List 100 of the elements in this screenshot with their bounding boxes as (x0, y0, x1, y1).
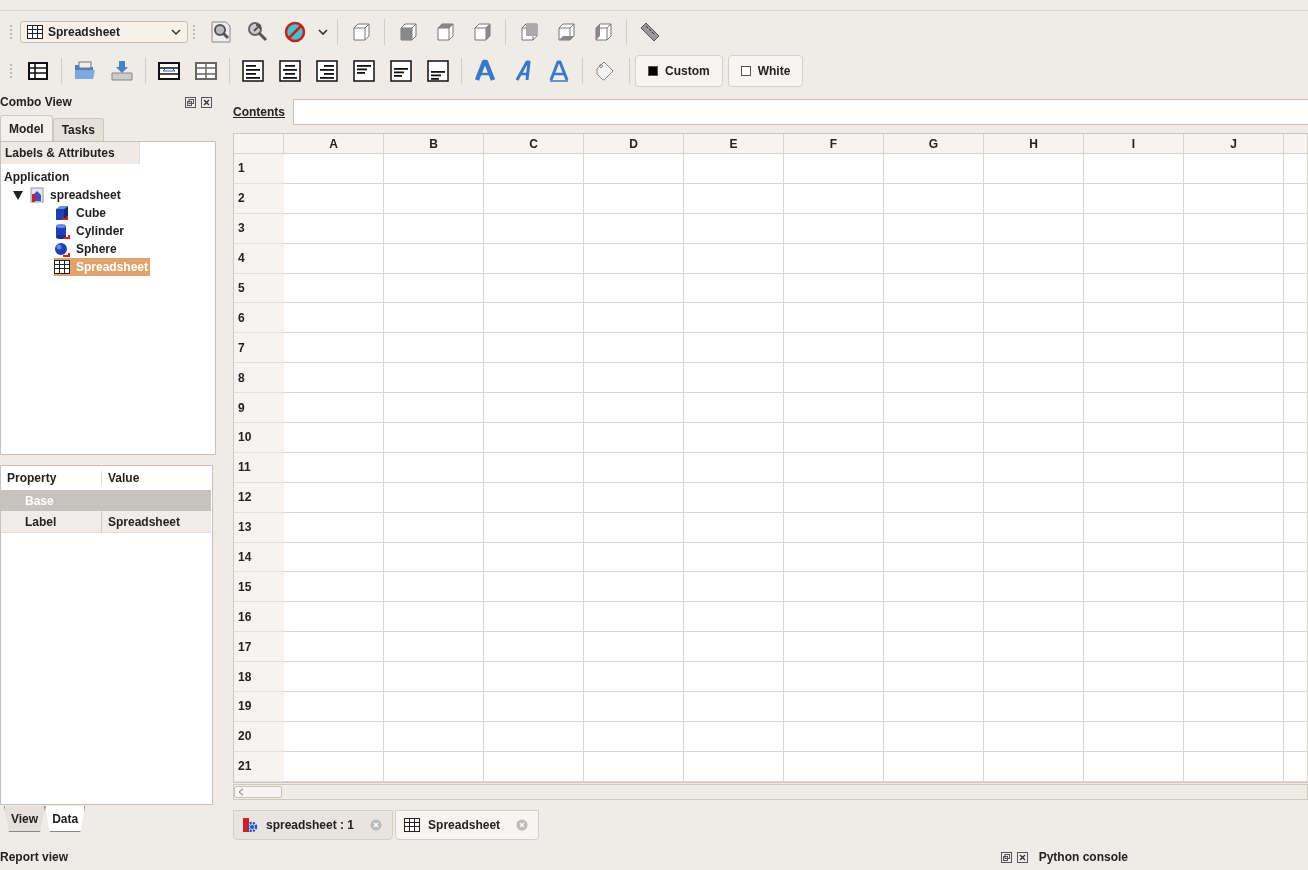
spreadsheet-cell[interactable] (984, 333, 1084, 364)
spreadsheet-cell[interactable] (1284, 662, 1308, 693)
spreadsheet-cell[interactable] (784, 333, 884, 364)
spreadsheet-cell[interactable] (1284, 154, 1308, 184)
panel-tab[interactable]: View (4, 806, 46, 832)
spreadsheet-cell[interactable] (1284, 602, 1308, 633)
spreadsheet-cell[interactable] (1184, 572, 1284, 603)
spreadsheet-cell[interactable] (984, 243, 1084, 274)
spreadsheet-cell[interactable] (384, 751, 484, 782)
row-header[interactable]: 12 (234, 482, 284, 513)
spreadsheet-cell[interactable] (1184, 213, 1284, 244)
spreadsheet-cell[interactable] (1184, 423, 1284, 453)
spreadsheet-cell[interactable] (484, 692, 584, 722)
spreadsheet-cell[interactable] (984, 452, 1084, 483)
column-header[interactable]: C (484, 134, 584, 154)
spreadsheet-cell[interactable] (784, 751, 884, 782)
spreadsheet-cell[interactable] (884, 452, 984, 483)
row-header[interactable]: 10 (234, 423, 284, 453)
spreadsheet-cell[interactable] (284, 482, 384, 513)
spreadsheet-cell[interactable] (1084, 303, 1184, 334)
spreadsheet-cell[interactable] (884, 363, 984, 394)
spreadsheet-cell[interactable] (684, 602, 784, 633)
spreadsheet-cell[interactable] (1184, 751, 1284, 782)
spreadsheet-cell[interactable] (284, 213, 384, 244)
spreadsheet-cell[interactable] (1084, 213, 1184, 244)
spreadsheet-cell[interactable] (1184, 183, 1284, 214)
spreadsheet-cell[interactable] (984, 572, 1084, 603)
spreadsheet-cell[interactable] (584, 303, 684, 334)
spreadsheet-cell[interactable] (784, 154, 884, 184)
spreadsheet-cell[interactable] (1084, 632, 1184, 663)
row-header[interactable]: 15 (234, 572, 284, 603)
spreadsheet-cell[interactable] (384, 333, 484, 364)
spreadsheet-cell[interactable] (1284, 303, 1308, 334)
spreadsheet-cell[interactable] (1284, 183, 1308, 214)
column-header[interactable]: A (284, 134, 384, 154)
spreadsheet-cell[interactable] (684, 512, 784, 543)
spreadsheet-cell[interactable] (1084, 423, 1184, 453)
spreadsheet-cell[interactable] (484, 333, 584, 364)
spreadsheet-cell[interactable] (584, 721, 684, 752)
spreadsheet-cell[interactable] (484, 303, 584, 334)
spreadsheet-cell[interactable] (884, 662, 984, 693)
spreadsheet-cell[interactable] (1084, 243, 1184, 274)
spreadsheet-cell[interactable] (484, 183, 584, 214)
spreadsheet-cell[interactable] (784, 482, 884, 513)
row-header[interactable]: 19 (234, 692, 284, 722)
column-header[interactable] (1284, 134, 1308, 154)
property-value[interactable]: Spreadsheet (101, 511, 211, 532)
spreadsheet-cell[interactable] (784, 572, 884, 603)
spreadsheet-cell[interactable] (784, 721, 884, 752)
spreadsheet-cell[interactable] (784, 452, 884, 483)
spreadsheet-cell[interactable] (784, 692, 884, 722)
spreadsheet-cell[interactable] (484, 452, 584, 483)
spreadsheet-cell[interactable] (1184, 363, 1284, 394)
spreadsheet-cell[interactable] (884, 721, 984, 752)
spreadsheet-cell[interactable] (584, 662, 684, 693)
spreadsheet-cell[interactable] (884, 482, 984, 513)
row-header[interactable]: 6 (234, 303, 284, 334)
tree-item[interactable]: Sphere (54, 240, 119, 258)
panel-tab[interactable]: Tasks (52, 118, 104, 141)
spreadsheet-cell[interactable] (684, 393, 784, 423)
row-header[interactable]: 8 (234, 363, 284, 394)
spreadsheet-cell[interactable] (1284, 751, 1308, 782)
spreadsheet-cell[interactable] (784, 632, 884, 663)
spreadsheet-cell[interactable] (684, 632, 784, 663)
spreadsheet-cell[interactable] (884, 393, 984, 423)
spreadsheet-cell[interactable] (1184, 303, 1284, 334)
spreadsheet-cell[interactable] (1284, 363, 1308, 394)
spreadsheet-cell[interactable] (584, 393, 684, 423)
spreadsheet-cell[interactable] (884, 602, 984, 633)
spreadsheet-cell[interactable] (984, 363, 1084, 394)
spreadsheet-cell[interactable] (584, 243, 684, 274)
spreadsheet-cell[interactable] (584, 423, 684, 453)
spreadsheet-cell[interactable] (884, 154, 984, 184)
spreadsheet-cell[interactable] (884, 632, 984, 663)
column-header[interactable]: B (384, 134, 484, 154)
spreadsheet-cell[interactable] (384, 662, 484, 693)
spreadsheet-cell[interactable] (584, 692, 684, 722)
expanded-arrow-icon[interactable] (12, 189, 24, 201)
document-tab[interactable]: spreadsheet : 1 (233, 809, 394, 840)
tree-item[interactable]: spreadsheet (12, 186, 123, 204)
spreadsheet-cell[interactable] (1284, 692, 1308, 722)
spreadsheet-cell[interactable] (1184, 692, 1284, 722)
tree-item[interactable]: Cylinder (54, 222, 126, 240)
spreadsheet-cell[interactable] (984, 721, 1084, 752)
spreadsheet-cell[interactable] (484, 662, 584, 693)
spreadsheet-cell[interactable] (984, 542, 1084, 573)
spreadsheet-cell[interactable] (1084, 154, 1184, 184)
spreadsheet-cell[interactable] (1084, 333, 1184, 364)
spreadsheet-cell[interactable] (1184, 243, 1284, 274)
color-button[interactable]: White (727, 55, 804, 87)
column-header[interactable]: H (984, 134, 1084, 154)
spreadsheet-cell[interactable] (784, 512, 884, 543)
spreadsheet-cell[interactable] (684, 273, 784, 304)
spreadsheet-cell[interactable] (1284, 721, 1308, 752)
spreadsheet-cell[interactable] (684, 213, 784, 244)
spreadsheet-cell[interactable] (584, 363, 684, 394)
spreadsheet-cell[interactable] (984, 154, 1084, 184)
row-header[interactable]: 13 (234, 512, 284, 543)
row-header[interactable]: 5 (234, 273, 284, 304)
spreadsheet-cell[interactable] (1284, 273, 1308, 304)
